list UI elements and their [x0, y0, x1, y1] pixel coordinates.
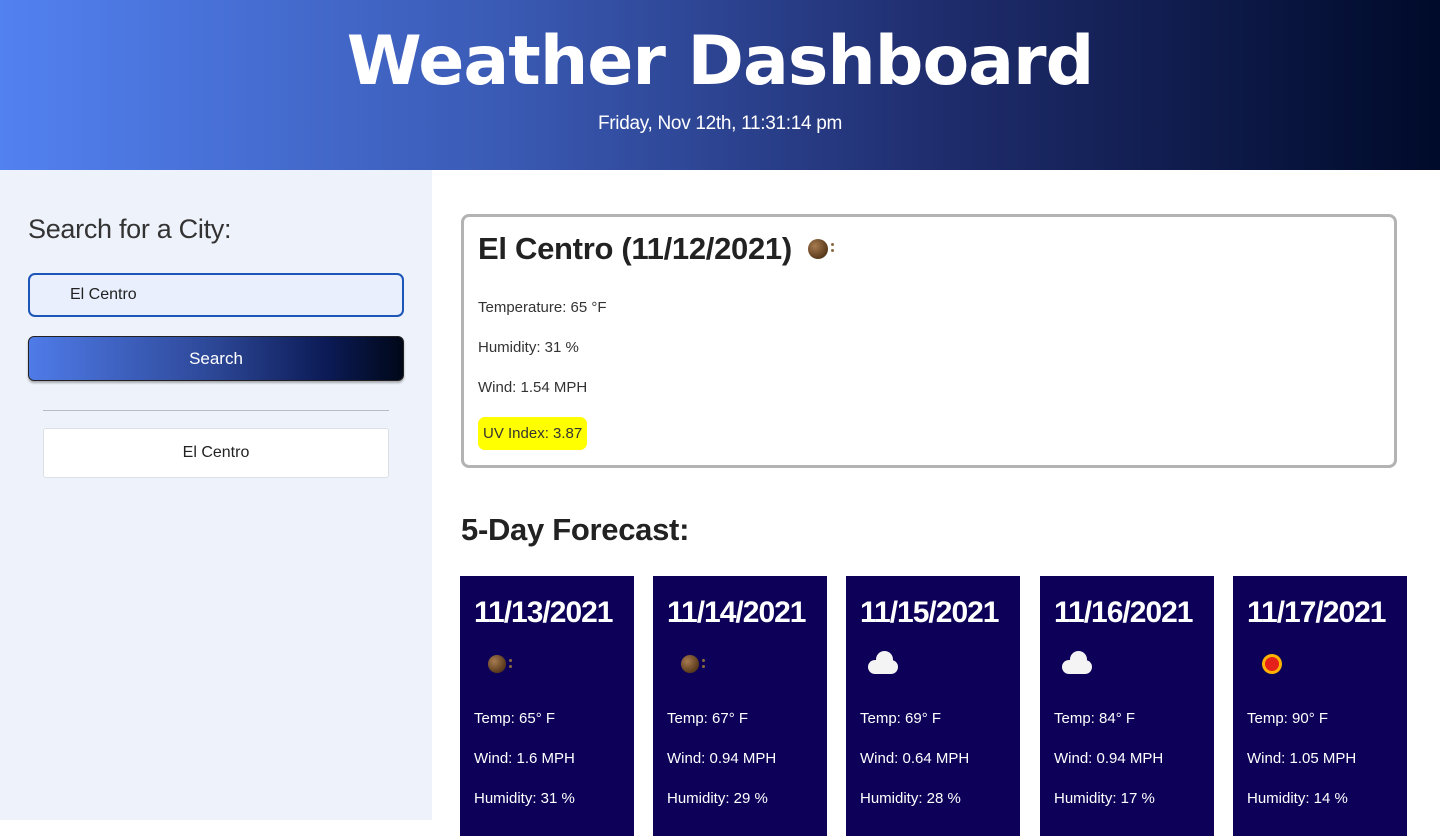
cloud-icon	[1062, 651, 1092, 674]
current-weather-card: El Centro (11/12/2021) Temperature: 65 °…	[461, 214, 1397, 468]
current-wind: Wind: 1.54 MPH	[478, 379, 588, 396]
cloud-icon	[868, 651, 898, 674]
search-heading: Search for a City:	[28, 214, 232, 244]
forecast-card: 11/13/2021 Temp: 65° F Wind: 1.6 MPH Hum…	[460, 576, 634, 836]
current-datetime: Friday, Nov 12th, 11:31:14 pm	[597, 113, 843, 134]
forecast-wind: Wind: 0.94 MPH	[1054, 750, 1164, 767]
forecast-wind: Wind: 1.6 MPH	[474, 750, 575, 767]
forecast-date: 11/15/2021	[860, 596, 999, 629]
moon-icon	[681, 655, 705, 673]
forecast-humidity: Humidity: 31 %	[474, 790, 575, 807]
current-city-heading: El Centro (11/12/2021)	[478, 231, 834, 267]
uv-index-badge: UV Index: 3.87	[478, 417, 588, 450]
moon-icon	[807, 239, 834, 259]
current-city-title: El Centro (11/12/2021)	[478, 231, 792, 266]
forecast-date: 11/14/2021	[667, 596, 806, 629]
forecast-card: 11/17/2021 Temp: 90° F Wind: 1.05 MPH Hu…	[1233, 576, 1407, 836]
forecast-date: 11/17/2021	[1247, 596, 1386, 629]
current-humidity: Humidity: 31 %	[478, 339, 579, 356]
current-temperature: Temperature: 65 °F	[478, 299, 607, 316]
forecast-wind: Wind: 0.64 MPH	[860, 750, 970, 767]
forecast-humidity: Humidity: 28 %	[860, 790, 961, 807]
forecast-humidity: Humidity: 17 %	[1054, 790, 1155, 807]
forecast-card: 11/14/2021 Temp: 67° F Wind: 0.94 MPH Hu…	[653, 576, 827, 836]
history-item-el-centro[interactable]: El Centro	[43, 428, 389, 478]
forecast-temp: Temp: 69° F	[860, 710, 942, 727]
forecast-temp: Temp: 90° F	[1247, 710, 1329, 727]
forecast-wind: Wind: 0.94 MPH	[667, 750, 777, 767]
forecast-date: 11/13/2021	[474, 596, 613, 629]
forecast-temp: Temp: 65° F	[474, 710, 556, 727]
page-header: Weather Dashboard Friday, Nov 12th, 11:3…	[0, 0, 1440, 170]
forecast-temp: Temp: 67° F	[667, 710, 749, 727]
sun-icon	[1265, 657, 1279, 671]
moon-icon	[488, 655, 512, 673]
forecast-wind: Wind: 1.05 MPH	[1247, 750, 1357, 767]
forecast-date: 11/16/2021	[1054, 596, 1193, 629]
forecast-card: 11/15/2021 Temp: 69° F Wind: 0.64 MPH Hu…	[846, 576, 1020, 836]
city-search-input[interactable]	[28, 273, 404, 317]
divider	[43, 410, 389, 411]
page-title: Weather Dashboard	[346, 22, 1095, 101]
forecast-temp: Temp: 84° F	[1054, 710, 1136, 727]
forecast-humidity: Humidity: 29 %	[667, 790, 768, 807]
search-button[interactable]: Search	[28, 336, 404, 381]
search-sidebar: Search for a City: Search El Centro	[0, 170, 432, 820]
forecast-card: 11/16/2021 Temp: 84° F Wind: 0.94 MPH Hu…	[1040, 576, 1214, 836]
forecast-heading: 5-Day Forecast:	[461, 512, 690, 547]
forecast-humidity: Humidity: 14 %	[1247, 790, 1348, 807]
